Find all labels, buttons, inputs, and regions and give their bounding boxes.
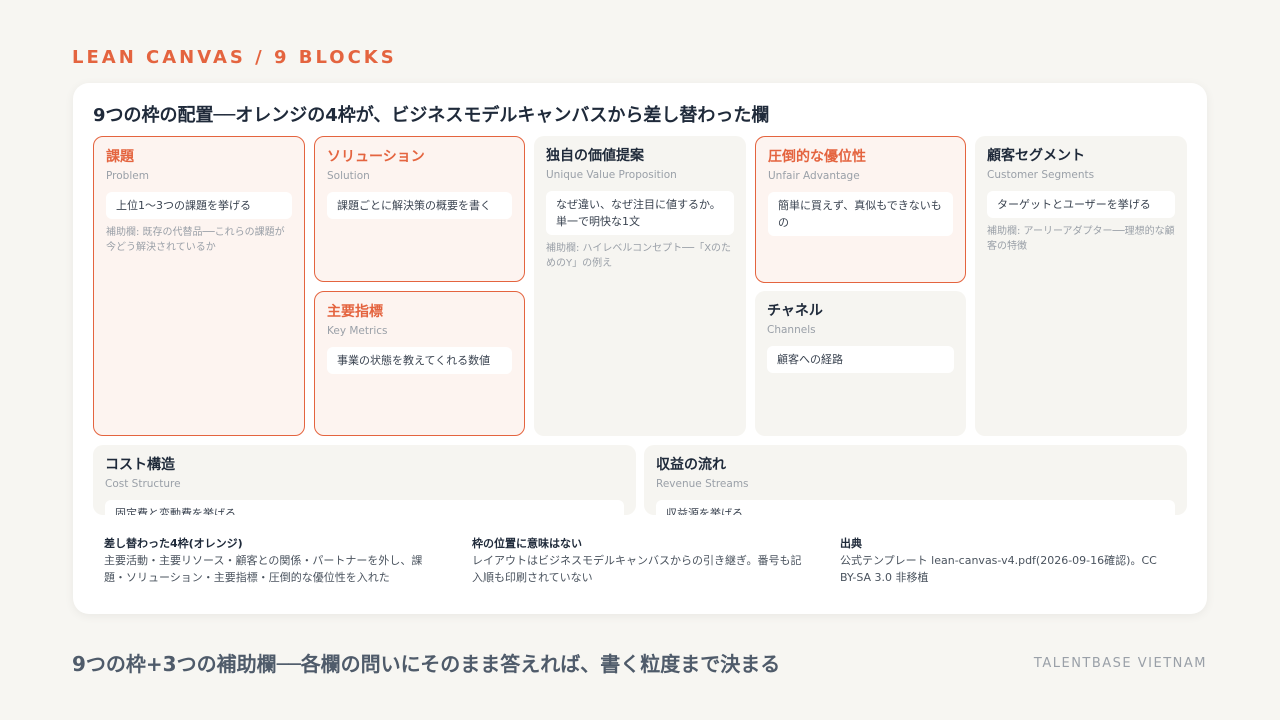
- block-cost-structure: コスト構造 Cost Structure 固定費と変動費を挙げる: [93, 445, 636, 515]
- note-body: 公式テンプレート lean-canvas-v4.pdf(2026-09-16確認…: [840, 554, 1157, 584]
- block-aux-note: 補助欄: アーリーアダプター──理想的な顧客の特徴: [987, 226, 1175, 252]
- block-prompt: 課題ごとに解決策の概要を書く: [327, 192, 512, 219]
- block-key-metrics: 主要指標 Key Metrics 事業の状態を教えてくれる数値: [314, 291, 525, 436]
- note-title: 出典: [840, 537, 862, 550]
- block-subtitle: Customer Segments: [987, 169, 1095, 181]
- block-title: 圧倒的な優位性: [768, 149, 866, 165]
- block-aux-note: 補助欄: ハイレベルコンセプト──「XのためのY」の例え: [546, 243, 732, 269]
- block-subtitle: Revenue Streams: [656, 478, 749, 490]
- block-problem: 課題 Problem 上位1〜3つの課題を挙げる 補助欄: 既存の代替品──これ…: [93, 136, 305, 436]
- block-prompt: 事業の状態を教えてくれる数値: [327, 347, 512, 374]
- page-kicker: LEAN CANVAS / 9 BLOCKS: [72, 47, 397, 68]
- block-title: 独自の価値提案: [546, 148, 644, 164]
- block-title: 顧客セグメント: [987, 148, 1085, 164]
- note-layout-meaning: 枠の位置に意味はない レイアウトはビジネスモデルキャンバスからの引き継ぎ。番号も…: [472, 535, 812, 586]
- block-subtitle: Problem: [106, 170, 149, 182]
- note-title: 差し替わった4枠(オレンジ): [104, 537, 243, 550]
- note-title: 枠の位置に意味はない: [472, 537, 582, 550]
- block-prompt: ターゲットとユーザーを挙げる: [987, 191, 1175, 218]
- block-subtitle: Channels: [767, 324, 816, 336]
- block-solution: ソリューション Solution 課題ごとに解決策の概要を書く: [314, 136, 525, 282]
- block-subtitle: Unique Value Proposition: [546, 169, 677, 181]
- block-prompt: 上位1〜3つの課題を挙げる: [106, 192, 292, 219]
- block-prompt: 収益源を挙げる: [656, 500, 1175, 515]
- note-replaced-blocks: 差し替わった4枠(オレンジ) 主要活動・主要リソース・顧客との関係・パートナーを…: [104, 535, 444, 586]
- block-subtitle: Cost Structure: [105, 478, 181, 490]
- block-prompt: 固定費と変動費を挙げる: [105, 500, 624, 515]
- note-body: レイアウトはビジネスモデルキャンバスからの引き継ぎ。番号も記入順も印刷されていな…: [472, 554, 802, 584]
- block-aux-note: 補助欄: 既存の代替品──これらの課題が今どう解決されているか: [106, 227, 285, 253]
- bottom-caption: 9つの枠+3つの補助欄──各欄の問いにそのまま答えれば、書く粒度まで決まる: [72, 652, 781, 676]
- block-title: ソリューション: [327, 149, 425, 165]
- block-prompt: 簡単に買えず、真似もできないもの: [768, 192, 953, 236]
- canvas-card: 9つの枠の配置──オレンジの4枠が、ビジネスモデルキャンバスから差し替わった欄 …: [73, 83, 1207, 614]
- block-customer-segments: 顧客セグメント Customer Segments ターゲットとユーザーを挙げる…: [975, 136, 1187, 436]
- block-subtitle: Solution: [327, 170, 370, 182]
- block-title: 課題: [106, 149, 134, 165]
- block-unique-value-proposition: 独自の価値提案 Unique Value Proposition なぜ違い、なぜ…: [534, 136, 746, 436]
- block-prompt: 顧客への経路: [767, 346, 954, 373]
- block-title: コスト構造: [105, 457, 175, 473]
- block-unfair-advantage: 圧倒的な優位性 Unfair Advantage 簡単に買えず、真似もできないも…: [755, 136, 966, 283]
- note-source: 出典 公式テンプレート lean-canvas-v4.pdf(2026-09-1…: [840, 535, 1175, 586]
- block-title: チャネル: [767, 303, 823, 319]
- note-body: 主要活動・主要リソース・顧客との関係・パートナーを外し、課題・ソリューション・主…: [104, 554, 423, 584]
- block-title: 主要指標: [327, 304, 383, 320]
- block-subtitle: Key Metrics: [327, 325, 388, 337]
- block-prompt: なぜ違い、なぜ注目に値するか。単一で明快な1文: [546, 191, 734, 235]
- block-title: 収益の流れ: [656, 457, 726, 473]
- block-channels: チャネル Channels 顧客への経路: [755, 291, 966, 436]
- block-revenue-streams: 収益の流れ Revenue Streams 収益源を挙げる: [644, 445, 1187, 515]
- card-title: 9つの枠の配置──オレンジの4枠が、ビジネスモデルキャンバスから差し替わった欄: [93, 105, 770, 126]
- brand-label: TALENTBASE VIETNAM: [1033, 656, 1207, 671]
- block-subtitle: Unfair Advantage: [768, 170, 860, 182]
